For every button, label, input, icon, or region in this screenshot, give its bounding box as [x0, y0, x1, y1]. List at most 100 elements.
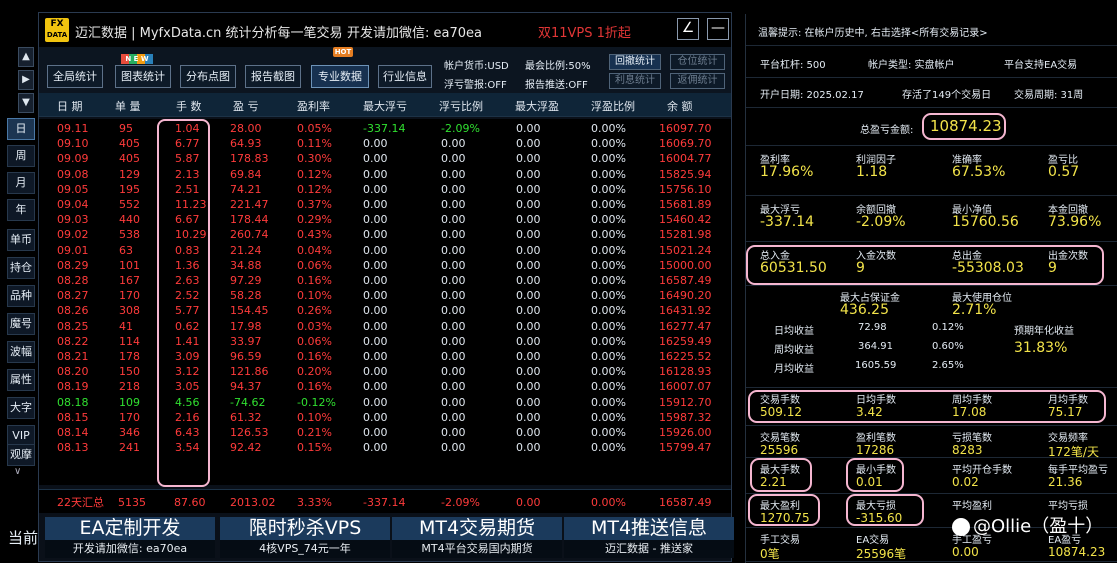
ad-mt4-push[interactable]: MT4推送信息 迈汇数据 - 推送家 [564, 517, 734, 558]
global-stats-button[interactable]: 全局统计 [47, 65, 103, 88]
table-row[interactable]: 08.15 170 2.16 61.32 0.10% 0.00 0.00 0.00 0.00% 1… [39, 410, 731, 425]
app-title: 迈汇数据 | MyfxData.cn 统计分析每一笔交易 [75, 26, 343, 41]
cell-lossratio: 0.00 [441, 441, 466, 455]
side-btn-attribute[interactable]: 属性 [7, 369, 35, 391]
chart-stats-button[interactable]: 图表统计 [115, 65, 171, 88]
industry-info-button[interactable]: 行业信息 [378, 65, 432, 88]
ad-title: MT4交易期货 [392, 517, 562, 540]
rebate-stats-button[interactable]: 返佣统计 [670, 73, 725, 89]
table-row[interactable]: 09.09 405 5.87 178.83 0.30% 0.00 0.00 0.00 0.00%… [39, 151, 731, 166]
table-row[interactable]: 08.14 346 6.43 126.53 0.21% 0.00 0.00 0.00 0.00%… [39, 425, 731, 440]
cell-maxloss: 0.00 [363, 137, 388, 151]
table-row[interactable]: 09.05 195 2.51 74.21 0.12% 0.00 0.00 0.00 0.00% 1… [39, 182, 731, 197]
col-date[interactable]: 日 期 [57, 98, 83, 114]
ad-mt4-futures[interactable]: MT4交易期货 MT4平台交易国内期货 [392, 517, 562, 558]
edit-icon[interactable]: ∠ [677, 18, 699, 40]
cell-lossratio: 0.00 [441, 198, 466, 211]
cell-lossratio: 0.00 [441, 410, 466, 424]
table-row[interactable]: 08.28 167 2.63 97.29 0.16% 0.00 0.00 0.00 0.00% 1… [39, 273, 731, 288]
cell-gainratio: 0.00% [591, 274, 626, 287]
table-row[interactable]: 09.02 538 10.29 260.74 0.43% 0.00 0.00 0.00 0.00… [39, 227, 731, 242]
current-label: 当前 [8, 529, 39, 547]
cell-date: 08.19 [57, 380, 89, 394]
table-row[interactable]: 08.29 101 1.36 34.88 0.06% 0.00 0.00 0.00 0.00% 1… [39, 258, 731, 273]
cell-date: 09.11 [57, 122, 89, 135]
col-max-float-gain[interactable]: 最大浮盈 [515, 98, 559, 114]
scroll-up-arrow-icon[interactable]: ▲ [18, 47, 34, 67]
cell-gainratio: 0.00% [591, 213, 626, 227]
cell-maxloss: 0.00 [363, 350, 388, 363]
col-max-float-loss[interactable]: 最大浮亏 [363, 98, 407, 114]
col-count[interactable]: 单 量 [115, 98, 141, 114]
table-row[interactable]: 08.25 41 0.62 17.98 0.03% 0.00 0.00 0.00 0.00% 16… [39, 319, 731, 334]
position-stats-button[interactable]: 仓位统计 [670, 54, 725, 70]
table-row[interactable]: 09.04 552 11.23 221.47 0.37% 0.00 0.00 0.00 0.00… [39, 197, 731, 212]
table-row[interactable]: 09.10 405 6.77 64.93 0.11% 0.00 0.00 0.00 0.00% 1… [39, 136, 731, 151]
collapse-chevron-icon[interactable]: ∨ [14, 466, 21, 477]
title-bar: FX DATA 迈汇数据 | MyfxData.cn 统计分析每一笔交易 开发请加… [39, 13, 731, 47]
table-row[interactable]: 08.19 218 3.05 94.37 0.16% 0.00 0.00 0.00 0.00% 1… [39, 379, 731, 394]
cell-count: 150 [119, 365, 140, 379]
float-loss-alert[interactable]: 浮亏警报:OFF [444, 76, 507, 91]
table-row[interactable]: 08.20 150 3.12 121.86 0.20% 0.00 0.00 0.00 0.00%… [39, 364, 731, 379]
cell-pnl: 33.97 [230, 334, 262, 348]
side-btn-large-font[interactable]: 大字 [7, 397, 35, 419]
ad-ea-custom[interactable]: EA定制开发 开发请加微信: ea70ea [45, 517, 215, 558]
side-btn-holdings[interactable]: 持仓 [7, 257, 35, 279]
cell-count: 95 [119, 122, 133, 135]
col-gain-ratio[interactable]: 浮盈比例 [591, 98, 635, 114]
side-btn-day[interactable]: 日 [7, 118, 35, 140]
side-btn-volatility[interactable]: 波幅 [7, 341, 35, 363]
table-row[interactable]: 08.26 308 5.77 154.45 0.26% 0.00 0.00 0.00 0.00%… [39, 303, 731, 318]
table-row[interactable]: 09.08 129 2.13 69.84 0.12% 0.00 0.00 0.00 0.00% 1… [39, 167, 731, 182]
cell-pnl: 17.98 [230, 319, 262, 333]
vps-promo[interactable]: 双11VPS 1折起 [538, 22, 631, 41]
side-btn-symbol[interactable]: 品种 [7, 285, 35, 307]
side-btn-single-currency[interactable]: 单币 [7, 229, 35, 251]
table-row[interactable]: 09.11 95 1.04 28.00 0.05% -337.14 -2.09% 0.00 0.… [39, 121, 731, 136]
highlight-circle [748, 494, 820, 526]
cell-count: 405 [119, 137, 140, 151]
interest-stats-button[interactable]: 利息统计 [609, 73, 661, 89]
cell-maxloss: 0.00 [363, 395, 388, 409]
cell-gainratio: 0.00% [591, 410, 626, 424]
ad-vps-sale[interactable]: 限时秒杀VPS 4核VPS_74元一年 [220, 517, 390, 558]
side-btn-week[interactable]: 周 [7, 145, 35, 167]
cell-balance: 16587.49 [659, 274, 712, 287]
table-row[interactable]: 09.03 440 6.67 178.44 0.29% 0.00 0.00 0.00 0.00%… [39, 212, 731, 227]
table-row[interactable]: 08.13 241 3.54 92.42 0.15% 0.00 0.00 0.00 0.00% 1… [39, 440, 731, 455]
cell-count: 552 [119, 198, 140, 211]
side-btn-observe[interactable]: 观摩 [7, 444, 35, 466]
report-push[interactable]: 报告推送:OFF [525, 76, 588, 91]
cell-balance: 15987.32 [659, 410, 712, 424]
sum-lots: 87.60 [174, 496, 206, 509]
col-loss-ratio[interactable]: 浮亏比例 [439, 98, 483, 114]
table-row[interactable]: 08.21 178 3.09 96.59 0.16% 0.00 0.00 0.00 0.00% 1… [39, 349, 731, 364]
table-row[interactable]: 08.22 114 1.41 33.97 0.06% 0.00 0.00 0.00 0.00% 1… [39, 334, 731, 349]
cell-balance: 15460.42 [659, 213, 712, 227]
cell-maxgain: 0.00 [516, 380, 541, 394]
col-lots[interactable]: 手 数 [176, 98, 202, 114]
side-btn-month[interactable]: 月 [7, 172, 35, 194]
table-row[interactable]: 09.01 63 0.83 21.24 0.04% 0.00 0.00 0.00 0.00% 15… [39, 243, 731, 258]
col-balance[interactable]: 余 额 [667, 98, 693, 114]
drawdown-stats-button[interactable]: 回撤统计 [609, 54, 661, 70]
scroll-down-arrow-icon[interactable]: ▼ [18, 93, 34, 113]
side-btn-magic[interactable]: 魔号 [7, 313, 35, 335]
scroll-right-arrow-icon[interactable]: ▶ [18, 70, 34, 90]
cell-pnl: 34.88 [230, 258, 262, 272]
report-screenshot-button[interactable]: 报告截图 [245, 65, 301, 88]
cell-pnl: 126.53 [230, 426, 269, 439]
table-row[interactable]: 08.18 109 4.56 -74.62 -0.12% 0.00 0.00 0.00 0.00… [39, 395, 731, 410]
col-pnl[interactable]: 盈 亏 [233, 98, 259, 114]
stats-group-g5: 交易手数 509.12 日均手数 3.42 周均手数 17.08 月均手数 75.17 [746, 388, 1117, 426]
col-rate[interactable]: 盈利率 [297, 98, 330, 114]
stat-label: 交易笔数 [760, 433, 800, 444]
distribution-chart-button[interactable]: 分布点图 [180, 65, 236, 88]
table-row[interactable]: 08.27 170 2.52 58.28 0.10% 0.00 0.00 0.00 0.00% 1… [39, 288, 731, 303]
side-btn-year[interactable]: 年 [7, 199, 35, 221]
cell-gainratio: 0.00% [591, 228, 626, 242]
cell-date: 08.18 [57, 395, 89, 409]
pro-data-button[interactable]: 专业数据 [311, 65, 369, 88]
minimize-icon[interactable]: — [707, 18, 729, 40]
